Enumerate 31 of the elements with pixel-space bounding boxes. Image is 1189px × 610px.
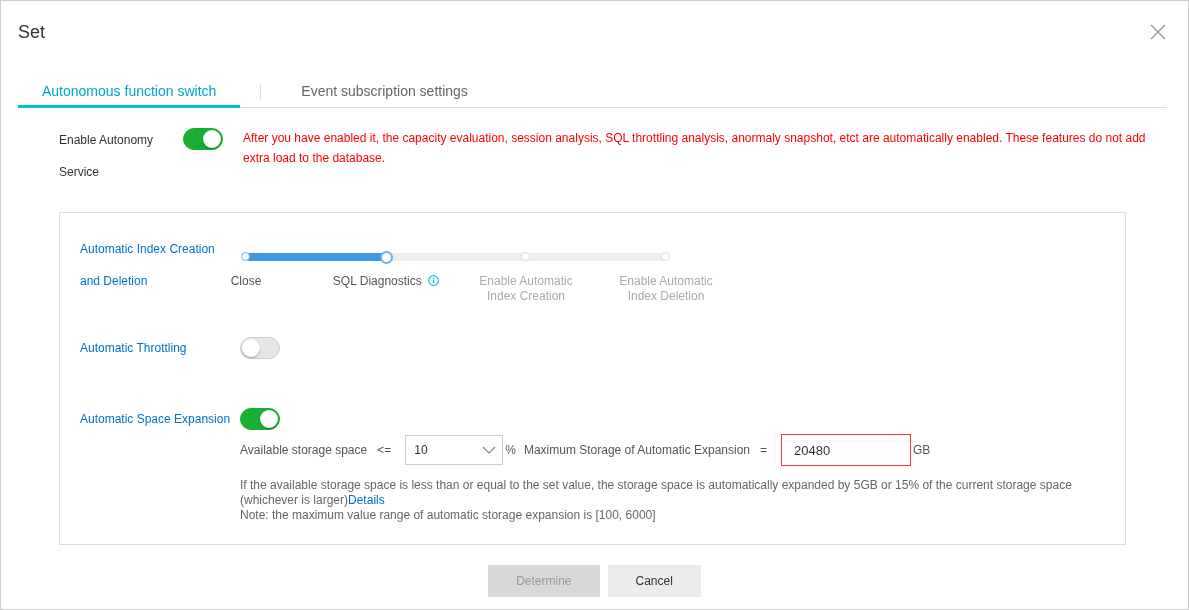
close-icon[interactable] <box>1150 24 1166 40</box>
step-option[interactable]: SQL Diagnostics <box>332 274 440 289</box>
chevron-down-icon <box>482 446 497 454</box>
window-title: Set <box>18 21 46 43</box>
field-label: Enable Autonomy Service <box>59 132 155 181</box>
info-icon[interactable] <box>428 275 440 286</box>
field-label: Automatic Throttling <box>80 340 188 357</box>
dialog-button[interactable]: Cancel <box>607 565 701 597</box>
unit-text: GB <box>913 443 931 457</box>
slider-step[interactable] <box>661 252 670 261</box>
toggle-switch[interactable] <box>240 337 280 359</box>
step-option[interactable]: Close <box>230 274 262 289</box>
help-text: Note: the maximum value range of automatic storage expansion is [100, 6000] <box>240 508 657 523</box>
field-label: Maximum Storage of Automatic Expansion <box>523 443 750 457</box>
field-label: Automatic Index Creation and Deletion <box>80 241 216 290</box>
tab[interactable]: Event subscription settings <box>277 77 492 108</box>
unit-text: % <box>505 443 516 457</box>
slider-step[interactable] <box>380 251 393 264</box>
threshold-select[interactable]: 10 <box>405 435 504 465</box>
operator-text: <= <box>377 443 392 457</box>
notice-text: After you have enabled it, the capacity evaluation, session analysis, SQL throttling analysis, anormaly snapshot, etct are automatically enabled. These features do not add extra load to the database. <box>243 131 1146 165</box>
details-link[interactable]: Details <box>348 493 385 507</box>
toggle-switch[interactable] <box>183 128 223 150</box>
slider-step[interactable] <box>241 252 250 261</box>
field-label: Available storage space <box>240 443 368 457</box>
toggle-switch[interactable] <box>240 408 280 430</box>
help-text: If the available storage space is less than or equal to the set value, the storage space is automatically expanded by 5GB or 15% of the current storage space (whichever is larger)Details <box>240 478 1073 508</box>
operator-text: = <box>760 443 767 457</box>
slider-step[interactable] <box>521 252 530 261</box>
max-storage-input[interactable]: 20480 <box>781 434 911 466</box>
field-label: Automatic Space Expansion <box>80 411 232 428</box>
